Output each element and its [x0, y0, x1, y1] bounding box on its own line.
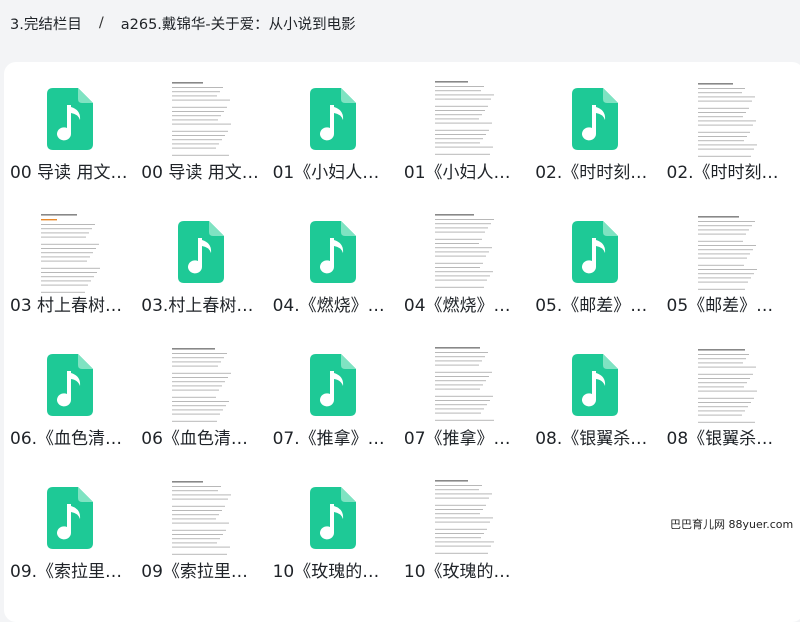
- file-name: 04《燃烧》…: [403, 296, 511, 316]
- document-file-item[interactable]: 10《玫瑰的…: [400, 461, 531, 594]
- file-name: 06.《血色清…: [10, 429, 123, 449]
- document-file-item[interactable]: 08《银翼杀…: [663, 328, 794, 461]
- file-thumbnail: [557, 209, 633, 295]
- file-name: 02.《时时刻…: [666, 163, 779, 183]
- audio-file-item[interactable]: 01《小妇人…: [269, 62, 400, 195]
- document-thumbnail-icon: [168, 476, 235, 560]
- document-file-item[interactable]: 02.《时时刻…: [663, 62, 794, 195]
- file-thumbnail: [295, 342, 371, 428]
- breadcrumb-parent[interactable]: 3.完结栏目: [10, 13, 82, 34]
- breadcrumb: 3.完结栏目 / a265.戴锦华-关于爱：从小说到电影: [10, 11, 356, 35]
- music-file-icon: [572, 88, 619, 150]
- audio-file-item[interactable]: 04.《燃烧》…: [269, 195, 400, 328]
- audio-file-item[interactable]: 09.《索拉里…: [6, 461, 137, 594]
- file-name: 00 导读 用文…: [10, 163, 128, 183]
- document-thumbnail-icon: [430, 77, 497, 161]
- file-name: 03.村上春树…: [141, 296, 254, 316]
- music-file-icon: [572, 354, 619, 416]
- file-thumbnail: [426, 342, 502, 428]
- file-name: 07《推拿》…: [403, 429, 511, 449]
- file-thumbnail: [295, 209, 371, 295]
- file-thumbnail: [32, 76, 108, 162]
- document-thumbnail-icon: [168, 343, 235, 427]
- file-thumbnail: [426, 475, 502, 561]
- music-file-icon: [309, 88, 356, 150]
- music-file-icon: [47, 354, 93, 416]
- document-file-item[interactable]: 00 导读 用文…: [137, 62, 268, 195]
- document-file-item[interactable]: 04《燃烧》…: [400, 195, 531, 328]
- file-thumbnail: [32, 342, 108, 428]
- audio-file-item[interactable]: 06.《血色清…: [6, 328, 137, 461]
- music-file-icon: [309, 221, 356, 283]
- file-thumbnail: [32, 209, 108, 295]
- audio-file-item[interactable]: 00 导读 用文…: [6, 62, 137, 195]
- document-file-item[interactable]: 05《邮差》…: [663, 195, 794, 328]
- file-thumbnail: [689, 76, 765, 162]
- file-name: 10《玫瑰的…: [272, 562, 380, 582]
- audio-file-item[interactable]: 05.《邮差》…: [531, 195, 662, 328]
- file-thumbnail: [426, 76, 502, 162]
- file-name: 00 导读 用文…: [141, 163, 259, 183]
- file-thumbnail: [32, 475, 108, 561]
- document-thumbnail-icon: [693, 343, 760, 427]
- file-thumbnail: [163, 342, 239, 428]
- document-thumbnail-icon: [693, 77, 760, 161]
- file-thumbnail: [689, 209, 765, 295]
- file-name: 09.《索拉里…: [10, 562, 123, 582]
- document-file-item[interactable]: 07《推拿》…: [400, 328, 531, 461]
- file-name: 06《血色清…: [141, 429, 248, 449]
- audio-file-item[interactable]: 10《玫瑰的…: [269, 461, 400, 594]
- document-file-item[interactable]: 03 村上春树…: [6, 195, 137, 328]
- file-name: 09《索拉里…: [141, 562, 248, 582]
- file-name: 05.《邮差》…: [535, 296, 648, 316]
- document-thumbnail-icon: [430, 343, 497, 427]
- breadcrumb-separator: /: [98, 15, 104, 31]
- file-thumbnail: [163, 475, 239, 561]
- audio-file-item[interactable]: 07.《推拿》…: [269, 328, 400, 461]
- document-file-item[interactable]: 01《小妇人…: [400, 62, 531, 195]
- music-file-icon: [309, 487, 356, 549]
- audio-file-item[interactable]: 08.《银翼杀…: [531, 328, 662, 461]
- file-thumbnail: [163, 209, 239, 295]
- document-thumbnail-icon: [168, 77, 235, 161]
- breadcrumb-current: a265.戴锦华-关于爱：从小说到电影: [120, 16, 356, 33]
- file-thumbnail: [295, 76, 371, 162]
- file-thumbnail: [163, 76, 239, 162]
- file-name: 01《小妇人…: [403, 163, 511, 183]
- file-thumbnail: [295, 475, 371, 561]
- document-thumbnail-icon: [37, 210, 103, 294]
- file-name: 03 村上春树…: [10, 296, 123, 316]
- file-name: 04.《燃烧》…: [272, 296, 385, 316]
- document-file-item[interactable]: 09《索拉里…: [137, 461, 268, 594]
- file-name: 08《银翼杀…: [666, 429, 774, 449]
- document-thumbnail-icon: [430, 210, 497, 294]
- audio-file-item[interactable]: 02.《时时刻…: [531, 62, 662, 195]
- music-file-icon: [47, 88, 93, 150]
- file-thumbnail: [426, 209, 502, 295]
- music-file-icon: [178, 221, 225, 283]
- file-grid-panel: 00 导读 用文… 00 导读 用文… 01《小妇人… 01《小妇人… 02.《时时刻……: [4, 62, 800, 622]
- audio-file-item[interactable]: 03.村上春树…: [137, 195, 268, 328]
- document-thumbnail-icon: [693, 210, 760, 294]
- file-name: 10《玫瑰的…: [403, 562, 511, 582]
- file-name: 02.《时时刻…: [535, 163, 648, 183]
- file-thumbnail: [689, 342, 765, 428]
- file-name: 07.《推拿》…: [272, 429, 385, 449]
- music-file-icon: [572, 221, 619, 283]
- file-name: 05《邮差》…: [666, 296, 774, 316]
- document-thumbnail-icon: [430, 476, 497, 560]
- file-thumbnail: [557, 342, 633, 428]
- music-file-icon: [47, 487, 93, 549]
- file-name: 08.《银翼杀…: [535, 429, 648, 449]
- file-thumbnail: [557, 76, 633, 162]
- document-file-item[interactable]: 06《血色清…: [137, 328, 268, 461]
- music-file-icon: [309, 354, 356, 416]
- site-watermark: 巴巴育儿网 88yuer.com: [666, 514, 798, 534]
- file-name: 01《小妇人…: [272, 163, 380, 183]
